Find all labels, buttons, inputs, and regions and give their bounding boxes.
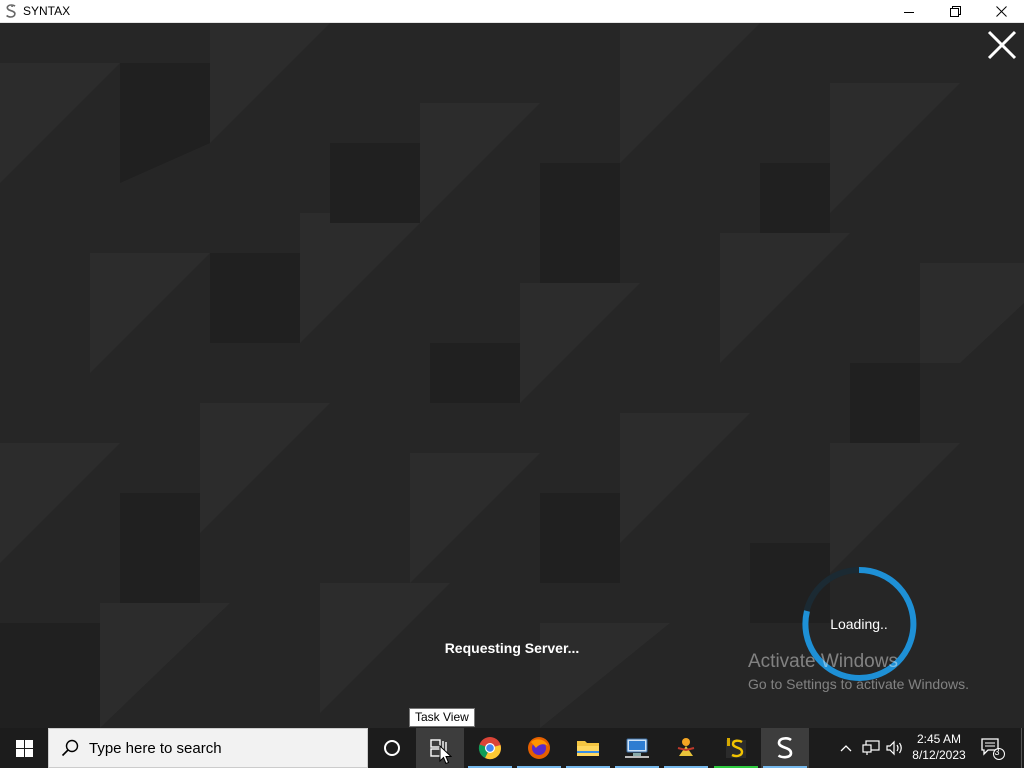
- file-explorer-button[interactable]: [564, 728, 612, 768]
- volume-tray-button[interactable]: [884, 728, 906, 768]
- game-app-button[interactable]: [662, 728, 710, 768]
- search-placeholder: Type here to search: [89, 739, 222, 757]
- start-button[interactable]: [0, 728, 48, 768]
- chevron-up-icon: [840, 745, 852, 752]
- network-tray-button[interactable]: [859, 728, 883, 768]
- syntax-logo-icon: [4, 4, 18, 18]
- taskbar-search-box[interactable]: Type here to search: [48, 728, 368, 768]
- app-body: Requesting Server... Loading.. Activate …: [0, 23, 1024, 728]
- watermark-subtitle: Go to Settings to activate Windows.: [748, 676, 969, 692]
- minimize-button[interactable]: [886, 0, 932, 23]
- syntax-app-button[interactable]: [761, 728, 809, 768]
- overlay-close-icon[interactable]: [984, 27, 1020, 63]
- show-desktop-divider: [1020, 728, 1022, 768]
- system-clock[interactable]: 2:45 AM 8/12/2023: [904, 731, 974, 763]
- speaker-icon: [886, 740, 902, 756]
- watermark-title: Activate Windows: [748, 651, 898, 672]
- file-explorer-icon: [577, 741, 599, 756]
- cortana-button[interactable]: [368, 728, 416, 768]
- activate-windows-watermark: Activate Windows Go to Settings to activ…: [748, 651, 969, 693]
- cortana-icon: [384, 740, 400, 756]
- clock-time: 2:45 AM: [916, 732, 962, 746]
- maximize-button[interactable]: [932, 0, 978, 23]
- show-desktop-button[interactable]: [1018, 728, 1024, 768]
- search-icon: [61, 739, 79, 757]
- firefox-icon: [528, 737, 550, 759]
- chrome-icon: [478, 737, 501, 760]
- syntax-launcher-icon: [726, 738, 746, 758]
- notification-count: 3: [994, 747, 1000, 757]
- taskbar: Type here to search 2:45 AM 8/12/2023 3: [0, 728, 1024, 768]
- game-app-icon: [677, 738, 695, 756]
- close-button[interactable]: [978, 0, 1024, 23]
- network-app-icon: [625, 738, 649, 758]
- action-center-button[interactable]: 3: [978, 728, 1008, 768]
- mouse-cursor-icon: [439, 745, 452, 765]
- show-hidden-icons-button[interactable]: [836, 728, 856, 768]
- syntax-launcher-button[interactable]: [712, 728, 760, 768]
- chrome-button[interactable]: [466, 728, 514, 768]
- loading-label: Loading..: [830, 616, 888, 632]
- syntax-app-icon: [777, 737, 793, 759]
- clock-date: 8/12/2023: [912, 748, 966, 762]
- firefox-button[interactable]: [515, 728, 563, 768]
- network-icon: [862, 740, 880, 755]
- window-titlebar[interactable]: SYNTAX: [0, 0, 1024, 23]
- window-title: SYNTAX: [23, 4, 71, 18]
- windows-logo-icon: [15, 739, 33, 757]
- network-app-button[interactable]: [613, 728, 661, 768]
- task-view-tooltip: Task View: [409, 708, 475, 727]
